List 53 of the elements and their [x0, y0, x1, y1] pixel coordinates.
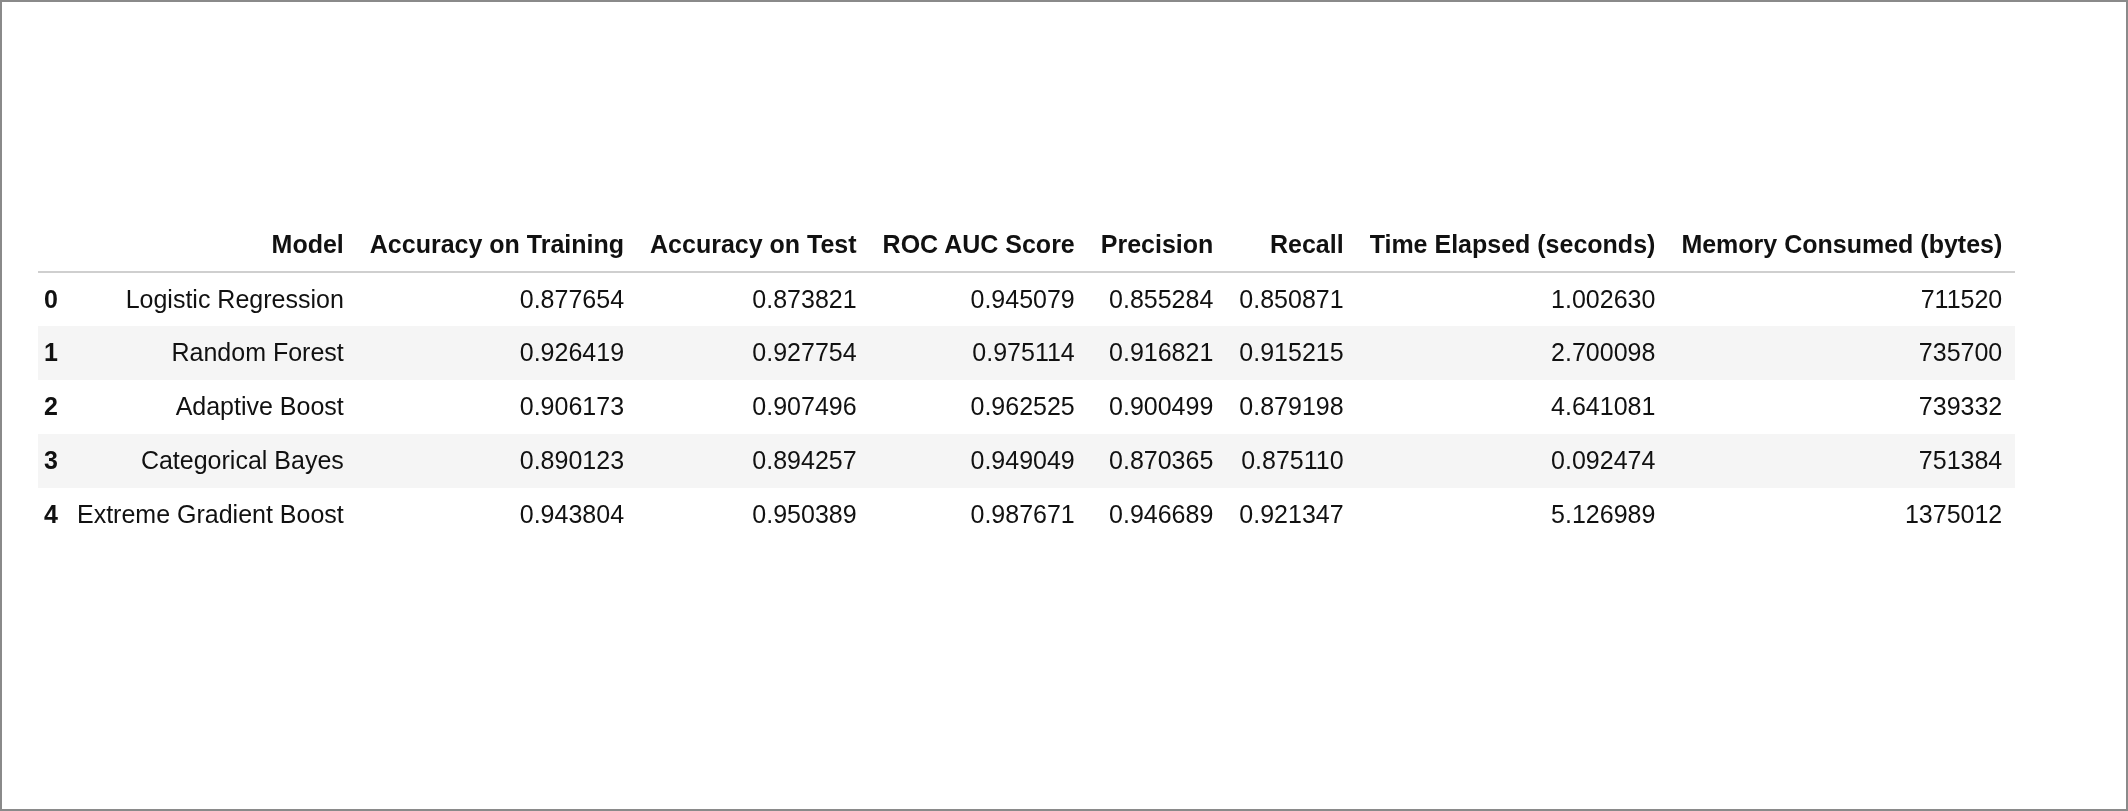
row-index: 4	[38, 488, 64, 542]
table-cell: Categorical Bayes	[64, 434, 357, 488]
table-cell: 0.927754	[637, 326, 870, 380]
table-cell: 0.879198	[1226, 380, 1357, 434]
row-index: 2	[38, 380, 64, 434]
column-header: ROC AUC Score	[869, 218, 1088, 272]
table-cell: Extreme Gradient Boost	[64, 488, 357, 542]
row-index: 0	[38, 272, 64, 326]
table-cell: 711520	[1668, 272, 2016, 326]
table-cell: 0.987671	[869, 488, 1088, 542]
column-header: Time Elapsed (seconds)	[1356, 218, 1669, 272]
table-cell: 0.900499	[1087, 380, 1227, 434]
table-cell: 0.946689	[1087, 488, 1227, 542]
table-cell: 4.641081	[1356, 380, 1669, 434]
table-cell: 1.002630	[1356, 272, 1669, 326]
column-header: Accuracy on Test	[637, 218, 870, 272]
table-cell: 0.870365	[1087, 434, 1227, 488]
table-cell: 0.926419	[356, 326, 638, 380]
table-cell: 1375012	[1668, 488, 2016, 542]
table-cell: 739332	[1668, 380, 2016, 434]
table-cell: 0.907496	[637, 380, 870, 434]
table-cell: 751384	[1668, 434, 2016, 488]
table-cell: 735700	[1668, 326, 2016, 380]
table-cell: 0.877654	[356, 272, 638, 326]
table-cell: 0.945079	[869, 272, 1088, 326]
column-header: Model	[64, 218, 357, 272]
table-cell: 0.975114	[869, 326, 1088, 380]
table-cell: 0.894257	[637, 434, 870, 488]
table-cell: Logistic Regression	[64, 272, 357, 326]
table-cell: 0.850871	[1226, 272, 1357, 326]
table-cell: 0.092474	[1356, 434, 1669, 488]
row-index: 3	[38, 434, 64, 488]
column-header: Memory Consumed (bytes)	[1668, 218, 2016, 272]
table-cell: 0.962525	[869, 380, 1088, 434]
column-header: Recall	[1226, 218, 1357, 272]
table-cell: 2.700098	[1356, 326, 1669, 380]
table-cell: 0.873821	[637, 272, 870, 326]
table-cell: 0.875110	[1226, 434, 1357, 488]
table-cell: 0.943804	[356, 488, 638, 542]
table-cell: 0.950389	[637, 488, 870, 542]
table-cell: 0.915215	[1226, 326, 1357, 380]
row-index: 1	[38, 326, 64, 380]
column-header: Precision	[1087, 218, 1227, 272]
table-cell: 5.126989	[1356, 488, 1669, 542]
table-cell: Random Forest	[64, 326, 357, 380]
table-cell: 0.921347	[1226, 488, 1357, 542]
column-header: Accuracy on Training	[356, 218, 638, 272]
table-cell: Adaptive Boost	[64, 380, 357, 434]
table-cell: 0.890123	[356, 434, 638, 488]
table-cell: 0.855284	[1087, 272, 1227, 326]
table-cell: 0.949049	[869, 434, 1088, 488]
table-cell: 0.916821	[1087, 326, 1227, 380]
table-cell: 0.906173	[356, 380, 638, 434]
